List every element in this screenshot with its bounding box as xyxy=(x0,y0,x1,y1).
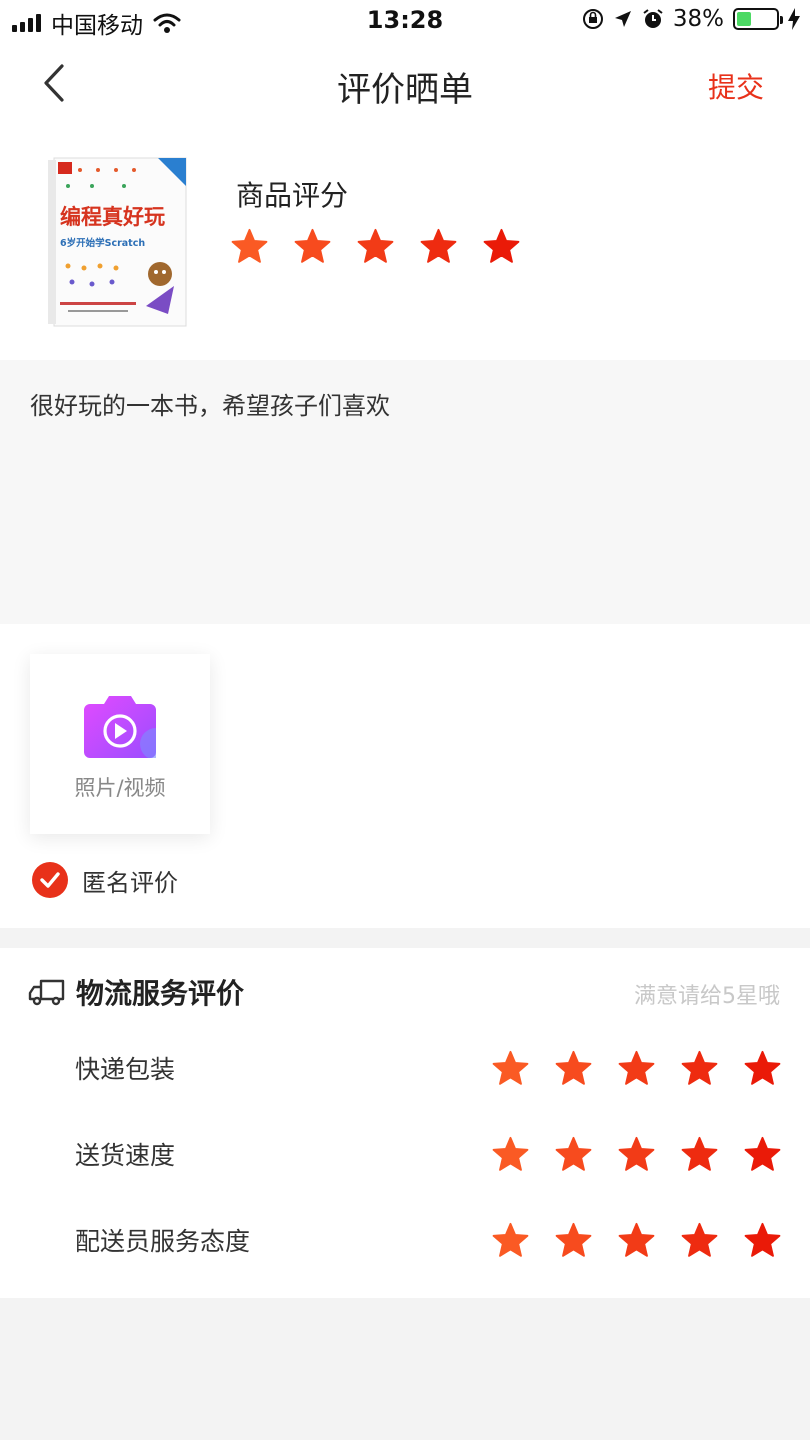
camera-video-icon xyxy=(84,696,156,758)
star-icon[interactable] xyxy=(744,1222,781,1258)
logistics-row-courier: 配送员服务态度 xyxy=(0,1210,810,1270)
star-icon[interactable] xyxy=(744,1136,781,1172)
star-icon[interactable] xyxy=(357,228,394,264)
checkmark-icon[interactable] xyxy=(32,862,68,898)
courier-star-rating[interactable] xyxy=(492,1222,781,1258)
battery-icon xyxy=(733,8,783,30)
truck-icon xyxy=(28,979,65,1006)
logistics-rating-section: 物流服务评价 满意请给5星哦 快递包装 送货速度 配送员服务态度 xyxy=(0,948,810,1298)
book-cover-image: 编程真好玩 6岁开始学Scratch xyxy=(48,157,187,327)
star-icon[interactable] xyxy=(618,1050,655,1086)
review-text: 很好玩的一本书，希望孩子们喜欢 xyxy=(30,392,390,420)
product-star-rating[interactable] xyxy=(231,228,520,264)
star-icon[interactable] xyxy=(492,1136,529,1172)
star-icon[interactable] xyxy=(744,1050,781,1086)
star-icon[interactable] xyxy=(681,1222,718,1258)
svg-text:6岁开始学Scratch: 6岁开始学Scratch xyxy=(60,237,145,249)
submit-button[interactable]: 提交 xyxy=(708,66,764,106)
charging-icon xyxy=(788,8,800,30)
star-icon[interactable] xyxy=(483,228,520,264)
row-label: 送货速度 xyxy=(75,1141,176,1170)
logistics-hint: 满意请给5星哦 xyxy=(634,984,780,1009)
battery-percent: 38% xyxy=(672,6,724,32)
product-rating-label: 商品评分 xyxy=(236,179,349,212)
speed-star-rating[interactable] xyxy=(492,1136,781,1172)
logistics-title: 物流服务评价 xyxy=(76,977,245,1010)
row-label: 快递包装 xyxy=(75,1055,176,1084)
anonymous-label: 匿名评价 xyxy=(82,868,178,897)
star-icon[interactable] xyxy=(681,1050,718,1086)
nav-bar: 评价晒单 提交 xyxy=(0,42,810,124)
review-textarea[interactable]: 很好玩的一本书，希望孩子们喜欢 xyxy=(0,360,810,624)
star-icon[interactable] xyxy=(420,228,457,264)
product-rating-section: 编程真好玩 6岁开始学Scratch 商品评分 xyxy=(0,124,810,360)
star-icon[interactable] xyxy=(618,1136,655,1172)
packaging-star-rating[interactable] xyxy=(492,1050,781,1086)
anonymous-toggle[interactable]: 匿名评价 xyxy=(32,862,178,898)
svg-text:编程真好玩: 编程真好玩 xyxy=(60,205,165,229)
upload-photo-video-button[interactable]: 照片/视频 xyxy=(30,654,210,834)
star-icon[interactable] xyxy=(492,1222,529,1258)
star-icon[interactable] xyxy=(618,1222,655,1258)
alarm-icon xyxy=(643,9,663,28)
star-icon[interactable] xyxy=(681,1136,718,1172)
logistics-row-speed: 送货速度 xyxy=(0,1124,810,1184)
upload-label: 照片/视频 xyxy=(74,776,166,800)
star-icon[interactable] xyxy=(555,1050,592,1086)
media-section: 照片/视频 匿名评价 xyxy=(0,624,810,928)
row-label: 配送员服务态度 xyxy=(75,1227,251,1256)
star-icon[interactable] xyxy=(231,228,268,264)
star-icon[interactable] xyxy=(294,228,331,264)
star-icon[interactable] xyxy=(492,1050,529,1086)
logistics-row-packaging: 快递包装 xyxy=(0,1038,810,1098)
star-icon[interactable] xyxy=(555,1222,592,1258)
star-icon[interactable] xyxy=(555,1136,592,1172)
status-bar: 中国移动 13:28 38% xyxy=(0,0,810,42)
rotation-lock-icon xyxy=(582,9,603,29)
location-icon xyxy=(614,11,631,27)
page-title: 评价晒单 xyxy=(337,70,473,110)
